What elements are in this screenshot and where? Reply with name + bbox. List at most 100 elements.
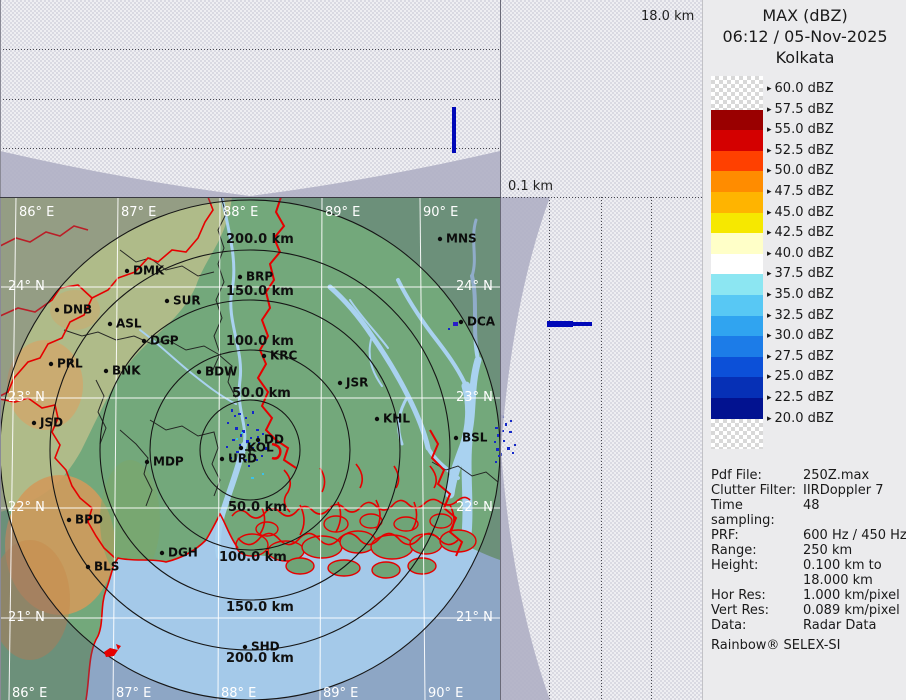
metadata-row: Vert Res:0.089 km/pixel (711, 603, 903, 618)
city-dot (67, 518, 71, 522)
product-metadata: Pdf File:250Z.maxClutter Filter:IIRDoppl… (711, 468, 903, 653)
profile-echo-side-2 (571, 322, 592, 326)
scale-tick-label: ▸55.0 dBZ (767, 122, 834, 138)
echo-pixel (495, 427, 498, 429)
legend-panel: MAX (dBZ) 06:12 / 05-Nov-2025 Kolkata ▸6… (702, 0, 906, 700)
echo-pixel (227, 422, 229, 424)
city-label: SHD (251, 640, 280, 654)
scan-datetime: 06:12 / 05-Nov-2025 (703, 26, 906, 47)
range-ring-label: 50.0 km (232, 386, 291, 401)
city-label: DCA (467, 315, 496, 329)
echo-pixel (510, 420, 512, 422)
parallel-label-left: 23° N (8, 390, 45, 405)
echo-pixel (448, 328, 450, 330)
echo-pixel (453, 322, 458, 326)
echo-pixel (497, 434, 499, 437)
city-dot (338, 381, 342, 385)
parallel-label-left: 21° N (8, 610, 45, 625)
tick-arrow-icon: ▸ (767, 125, 772, 135)
parallel-label-right: 22° N (456, 500, 493, 515)
echo-pixel (232, 439, 235, 441)
profile-echo-top (452, 107, 456, 153)
city-dot (145, 460, 149, 464)
scale-nodata-band (711, 76, 763, 110)
echo-pixel (240, 434, 242, 437)
station-name: Kolkata (703, 47, 906, 68)
scale-color-band (711, 151, 763, 172)
city-label: DGH (168, 546, 198, 560)
city-dot (262, 354, 266, 358)
city-label: KRC (270, 349, 298, 363)
echo-pixel (251, 477, 254, 479)
tick-arrow-icon: ▸ (767, 105, 772, 115)
tick-arrow-icon: ▸ (767, 331, 772, 341)
scale-tick-label: ▸52.5 dBZ (767, 143, 834, 159)
tick-arrow-icon: ▸ (767, 146, 772, 156)
scale-color-band (711, 171, 763, 192)
meridian-label-bottom: 89° E (323, 686, 358, 700)
software-brand: Rainbow® SELEX-SI (711, 638, 903, 653)
tick-arrow-icon: ▸ (767, 228, 772, 238)
scale-color-band (711, 336, 763, 357)
echo-pixel (241, 432, 243, 434)
echo-pixel (236, 438, 238, 440)
metadata-row: Clutter Filter:IIRDoppler 7 (711, 483, 903, 498)
meridian-label-top: 89° E (325, 205, 360, 220)
scale-tick-label: ▸45.0 dBZ (767, 205, 834, 221)
city-dot (86, 565, 90, 569)
echo-pixel (238, 413, 241, 415)
scale-tick-label: ▸50.0 dBZ (767, 163, 834, 179)
echo-pixel (503, 440, 505, 442)
echo-pixel (226, 446, 228, 448)
city-dot (165, 299, 169, 303)
scale-tick-label: ▸22.5 dBZ (767, 390, 834, 406)
echo-pixel (496, 448, 499, 451)
tick-arrow-icon: ▸ (767, 84, 772, 94)
tick-arrow-icon: ▸ (767, 352, 772, 362)
height-axis-max-label: 18.0 km (641, 9, 694, 24)
metadata-row: Time sampling:48 (711, 498, 903, 528)
scale-tick-label: ▸42.5 dBZ (767, 225, 834, 241)
scale-tick-label: ▸32.5 dBZ (767, 308, 834, 324)
scale-tick-label: ▸60.0 dBZ (767, 81, 834, 97)
city-label: SUR (173, 294, 201, 308)
city-label: BLS (94, 560, 119, 574)
echo-pixel (245, 417, 247, 419)
radar-graphics: 200.0 km150.0 km100.0 km50.0 km50.0 km10… (0, 0, 702, 700)
metadata-row: 18.000 km (711, 573, 903, 588)
scale-color-band (711, 274, 763, 295)
parallel-label-left: 22° N (8, 500, 45, 515)
scale-color-band (711, 357, 763, 378)
echo-pixel (256, 429, 259, 431)
scale-color-band (711, 110, 763, 131)
meridian-label-bottom: 88° E (221, 686, 256, 700)
scale-tick-label: ▸35.0 dBZ (767, 287, 834, 303)
city-label: DNB (63, 303, 92, 317)
meridian-label-top: 87° E (121, 205, 156, 220)
meridian-label-bottom: 90° E (428, 686, 463, 700)
radar-display-area: 200.0 km150.0 km100.0 km50.0 km50.0 km10… (0, 0, 702, 700)
range-ring-label: 150.0 km (226, 600, 294, 615)
city-dot (108, 322, 112, 326)
scale-nodata-band (711, 419, 763, 449)
height-axis-min-label: 0.1 km (508, 179, 553, 194)
metadata-row: PRF:600 Hz / 450 Hz (711, 528, 903, 543)
city-dot (125, 269, 129, 273)
city-label: MNS (446, 232, 477, 246)
city-label: DMK (133, 264, 165, 278)
echo-pixel (262, 473, 264, 475)
range-ring-label: 100.0 km (226, 334, 294, 349)
city-label: JSR (345, 376, 368, 390)
side-profile-panel (500, 197, 652, 700)
scale-tick-label: ▸47.5 dBZ (767, 184, 834, 200)
city-label: BRP (246, 270, 273, 284)
meridian-label-bottom: 86° E (12, 686, 47, 700)
tick-arrow-icon: ▸ (767, 269, 772, 279)
city-label: ASL (116, 317, 142, 331)
echo-pixel (261, 455, 263, 457)
city-label: JSD (39, 416, 63, 430)
range-ring-label: 150.0 km (226, 284, 294, 299)
tick-arrow-icon: ▸ (767, 414, 772, 424)
scale-color-band (711, 254, 763, 275)
echo-pixel (505, 423, 507, 426)
